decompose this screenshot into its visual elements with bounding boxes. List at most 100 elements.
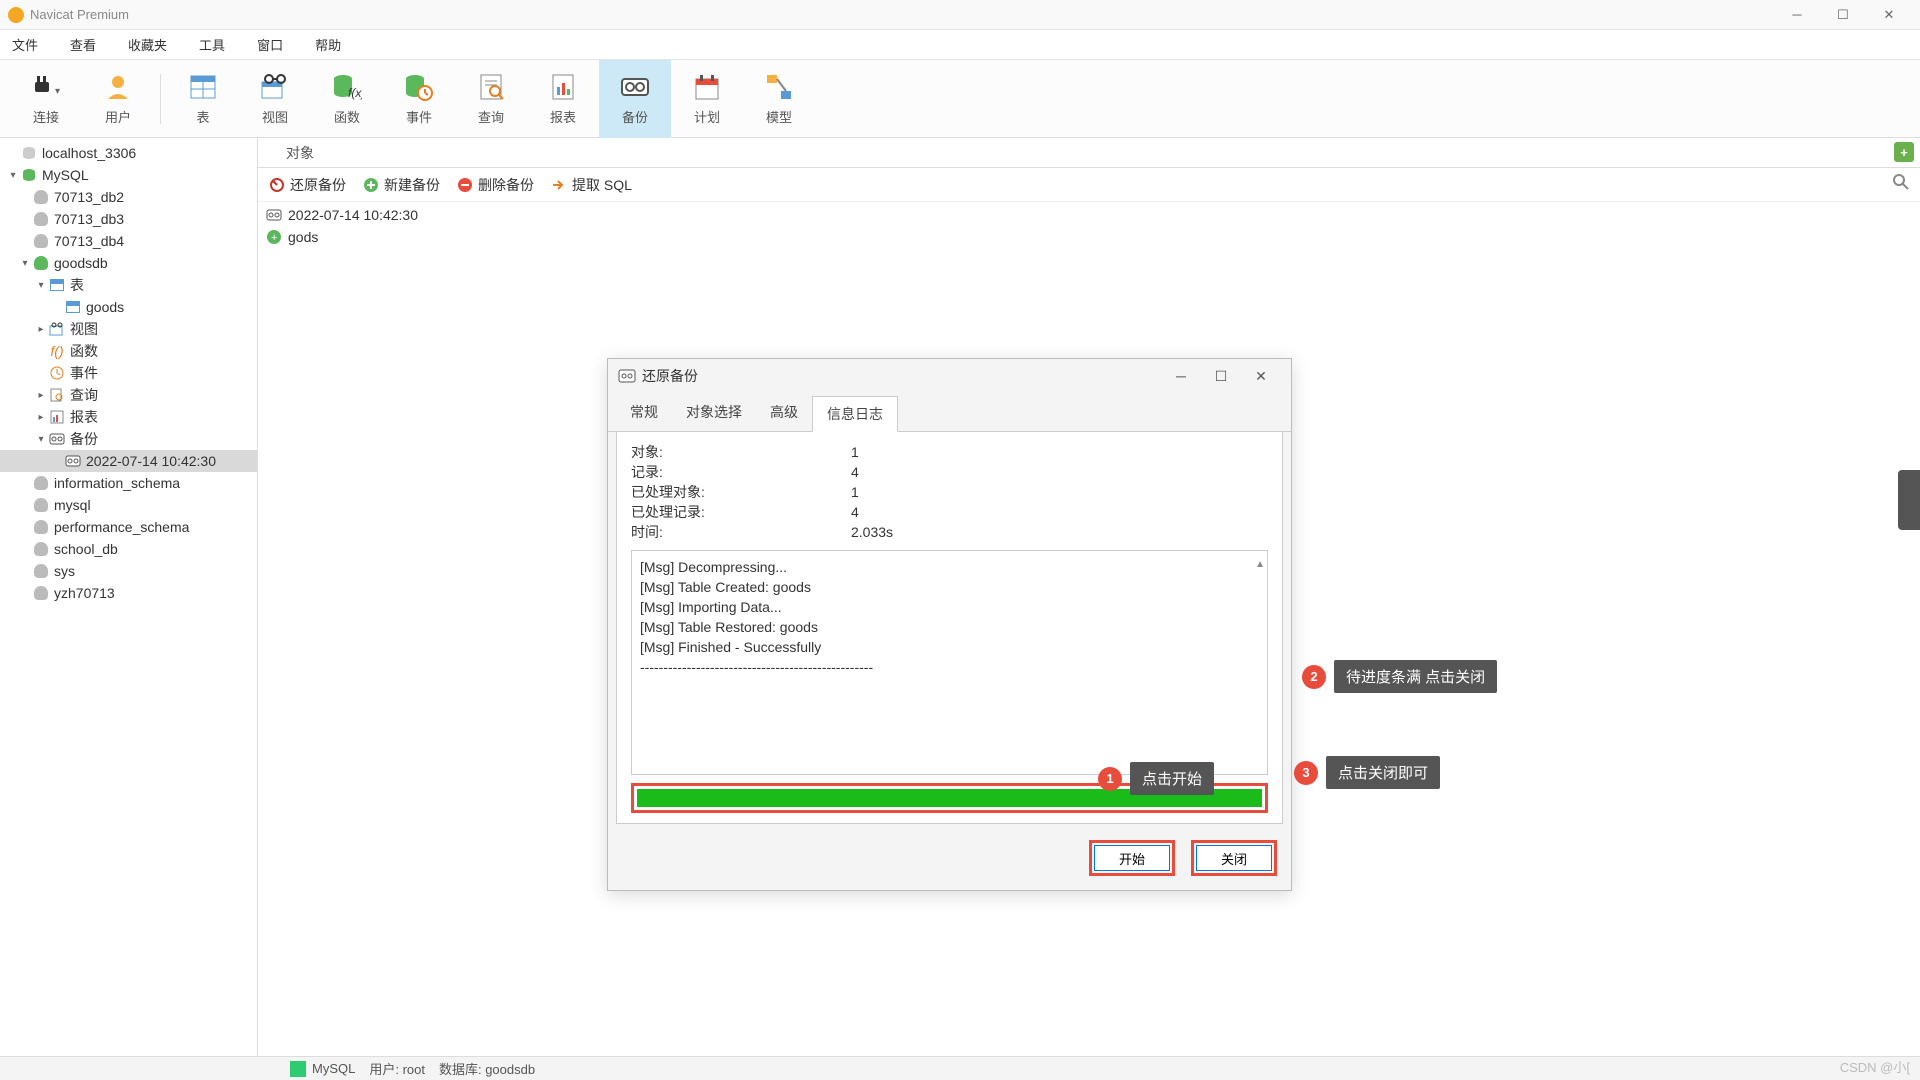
tool-table[interactable]: 表 xyxy=(167,60,239,138)
tree-tables[interactable]: ▾表 xyxy=(0,274,257,296)
stat-proc-obj-label: 已处理对象: xyxy=(631,482,851,502)
list-item[interactable]: +gods xyxy=(266,226,1912,248)
new-icon xyxy=(362,176,380,194)
scroll-up-icon[interactable]: ▲ xyxy=(1255,555,1265,575)
stat-proc-rec-value: 4 xyxy=(851,502,859,522)
menu-window[interactable]: 窗口 xyxy=(251,35,289,54)
table-icon xyxy=(187,71,219,103)
tree-reports[interactable]: ▸报表 xyxy=(0,406,257,428)
stat-records-value: 4 xyxy=(851,462,859,482)
callout-3: 3 点击关闭即可 xyxy=(1294,756,1440,789)
tree-school-db[interactable]: school_db xyxy=(0,538,257,560)
tool-connect[interactable]: ▾连接 xyxy=(10,60,82,138)
backup-folder-icon xyxy=(48,431,66,447)
action-restore[interactable]: 还原备份 xyxy=(268,175,346,195)
tree-sys[interactable]: sys xyxy=(0,560,257,582)
tab-object-select[interactable]: 对象选择 xyxy=(672,395,756,431)
tree-events[interactable]: 事件 xyxy=(0,362,257,384)
dialog-tabs: 常规 对象选择 高级 信息日志 xyxy=(608,395,1291,432)
dialog-minimize[interactable]: ─ xyxy=(1161,368,1201,384)
action-new[interactable]: 新建备份 xyxy=(362,175,440,195)
tool-report[interactable]: 报表 xyxy=(527,60,599,138)
restore-dialog: 还原备份 ─ ☐ ✕ 常规 对象选择 高级 信息日志 对象:1 记录:4 已处理… xyxy=(607,358,1292,891)
tree-performance-schema[interactable]: performance_schema xyxy=(0,516,257,538)
app-title: Navicat Premium xyxy=(30,7,1774,22)
minimize-button[interactable]: ─ xyxy=(1774,0,1820,30)
callout-number: 1 xyxy=(1098,767,1122,791)
stat-objects-label: 对象: xyxy=(631,442,851,462)
log-line: [Msg] Table Created: goods xyxy=(640,577,1259,597)
menu-view[interactable]: 查看 xyxy=(64,35,102,54)
tool-model[interactable]: 模型 xyxy=(743,60,815,138)
toolbar-separator xyxy=(160,74,161,124)
add-tab-button[interactable]: + xyxy=(1894,142,1914,162)
status-user: 用户: root xyxy=(369,1059,425,1078)
menu-tools[interactable]: 工具 xyxy=(193,35,231,54)
tool-event[interactable]: 事件 xyxy=(383,60,455,138)
tree-goods-table[interactable]: goods xyxy=(0,296,257,318)
svg-text:f(x): f(x) xyxy=(348,86,362,100)
callout-1: 1 点击开始 xyxy=(1098,762,1214,795)
restore-icon xyxy=(268,176,286,194)
status-database: 数据库: goodsdb xyxy=(439,1059,535,1078)
start-button[interactable]: 开始 xyxy=(1094,845,1170,871)
tree-mysql-db[interactable]: mysql xyxy=(0,494,257,516)
dialog-icon xyxy=(618,369,636,383)
close-button[interactable]: ✕ xyxy=(1866,0,1912,30)
tool-backup[interactable]: 备份 xyxy=(599,60,671,138)
tree-mysql[interactable]: ▾MySQL xyxy=(0,164,257,186)
backup-icon xyxy=(619,71,651,103)
tree-backups[interactable]: ▾备份 xyxy=(0,428,257,450)
tree-db4[interactable]: 70713_db4 xyxy=(0,230,257,252)
app-logo-icon xyxy=(8,7,24,23)
tree-db3[interactable]: 70713_db3 xyxy=(0,208,257,230)
tool-plan[interactable]: 计划 xyxy=(671,60,743,138)
tree-localhost[interactable]: localhost_3306 xyxy=(0,142,257,164)
tree-backup-item[interactable]: 2022-07-14 10:42:30 xyxy=(0,450,257,472)
extract-icon xyxy=(550,176,568,194)
dialog-close[interactable]: ✕ xyxy=(1241,368,1281,385)
tab-log[interactable]: 信息日志 xyxy=(812,396,898,432)
tree-functions[interactable]: f()函数 xyxy=(0,340,257,362)
report-icon xyxy=(547,71,579,103)
close-highlight: 关闭 xyxy=(1191,840,1277,876)
tool-view[interactable]: 视图 xyxy=(239,60,311,138)
log-line: ----------------------------------------… xyxy=(640,657,1259,677)
status-bar: MySQL 用户: root 数据库: goodsdb xyxy=(0,1056,1920,1080)
tool-user[interactable]: 用户 xyxy=(82,60,154,138)
search-icon[interactable] xyxy=(1892,173,1910,196)
dialog-title-bar: 还原备份 ─ ☐ ✕ xyxy=(608,359,1291,393)
backup-item-icon xyxy=(64,453,82,469)
action-extract[interactable]: 提取 SQL xyxy=(550,175,632,195)
dialog-maximize[interactable]: ☐ xyxy=(1201,368,1241,385)
event-icon xyxy=(403,71,435,103)
tab-objects[interactable]: 对象 xyxy=(268,137,332,169)
tree-views[interactable]: ▸视图 xyxy=(0,318,257,340)
title-bar: Navicat Premium ─ ☐ ✕ xyxy=(0,0,1920,30)
main-area: localhost_3306 ▾MySQL 70713_db2 70713_db… xyxy=(0,138,1920,1056)
tree-queries[interactable]: ▸查询 xyxy=(0,384,257,406)
delete-icon xyxy=(456,176,474,194)
side-handle-icon[interactable] xyxy=(1898,470,1920,530)
action-delete[interactable]: 删除备份 xyxy=(456,175,534,195)
maximize-button[interactable]: ☐ xyxy=(1820,0,1866,30)
tool-function[interactable]: f(x)函数 xyxy=(311,60,383,138)
tab-general[interactable]: 常规 xyxy=(616,395,672,431)
tree-information-schema[interactable]: information_schema xyxy=(0,472,257,494)
content-tabs: 对象 + xyxy=(258,138,1920,168)
stat-proc-rec-label: 已处理记录: xyxy=(631,502,851,522)
tree-goodsdb[interactable]: ▾goodsdb xyxy=(0,252,257,274)
tree-db2[interactable]: 70713_db2 xyxy=(0,186,257,208)
tool-query[interactable]: 查询 xyxy=(455,60,527,138)
connection-tree: localhost_3306 ▾MySQL 70713_db2 70713_db… xyxy=(0,138,258,1056)
log-line: [Msg] Table Restored: goods xyxy=(640,617,1259,637)
stat-objects-value: 1 xyxy=(851,442,859,462)
menu-help[interactable]: 帮助 xyxy=(309,35,347,54)
log-output[interactable]: ▲ [Msg] Decompressing... [Msg] Table Cre… xyxy=(631,550,1268,775)
menu-file[interactable]: 文件 xyxy=(6,35,44,54)
close-dialog-button[interactable]: 关闭 xyxy=(1196,845,1272,871)
tree-yzh[interactable]: yzh70713 xyxy=(0,582,257,604)
menu-favorites[interactable]: 收藏夹 xyxy=(122,35,173,54)
list-item[interactable]: 2022-07-14 10:42:30 xyxy=(266,204,1912,226)
tab-advanced[interactable]: 高级 xyxy=(756,395,812,431)
